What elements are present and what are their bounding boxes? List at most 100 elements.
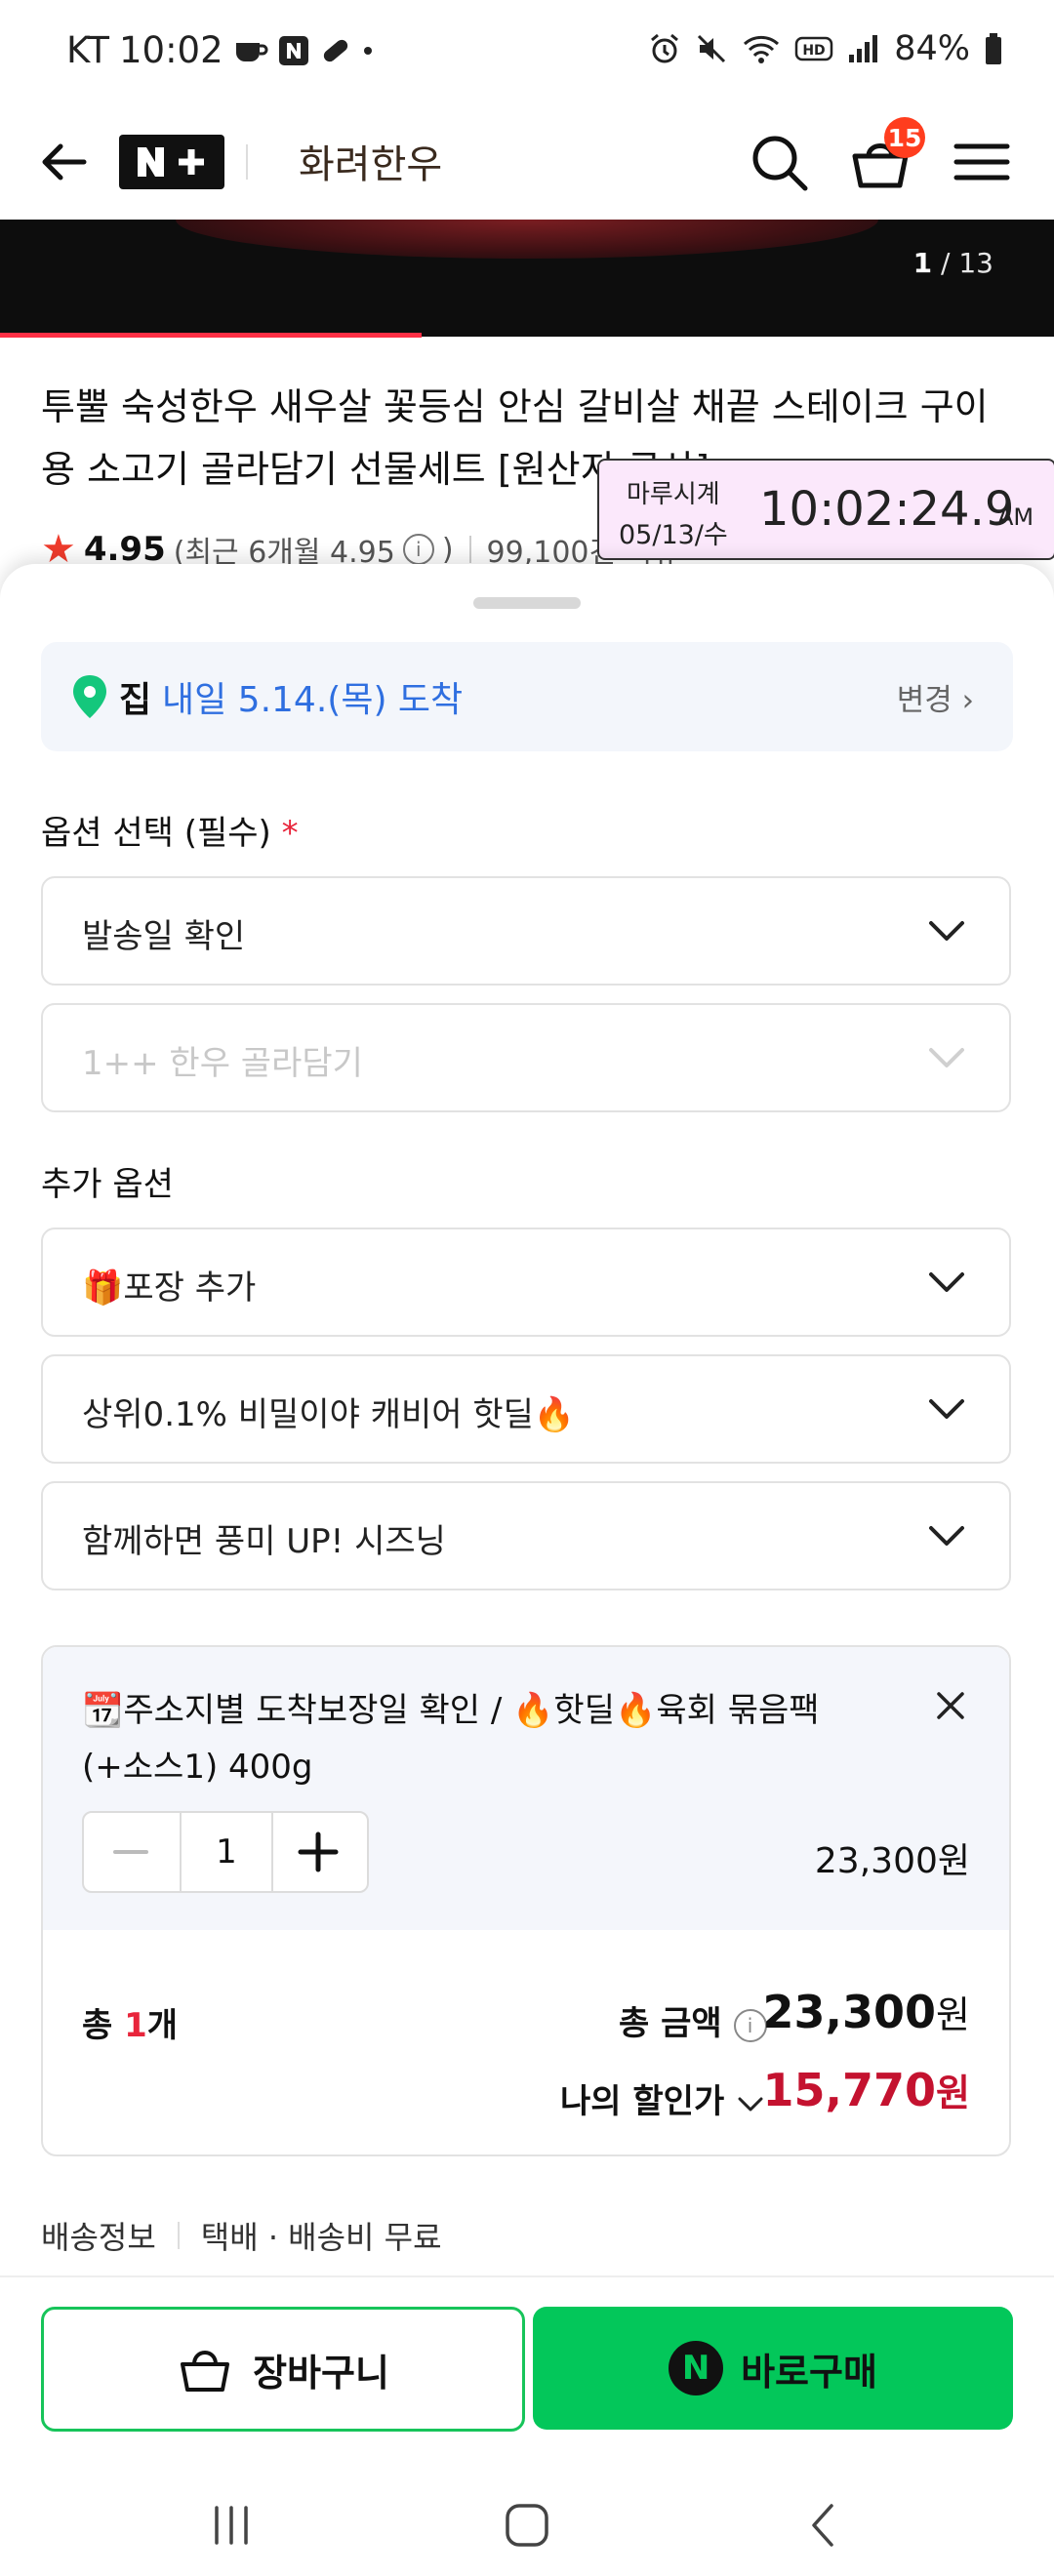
naver-plus-logo[interactable] <box>119 135 224 189</box>
clock-label: 마루시계 <box>627 480 720 509</box>
selected-item-price: 23,300원 <box>814 1841 970 1881</box>
pill-icon <box>323 39 347 61</box>
battery-icon <box>986 33 1001 64</box>
product-image[interactable]: 1 / 13 <box>0 220 1054 337</box>
selected-item-box: 📆주소지별 도착보장일 확인 / 🔥핫딜🔥육회 묶음팩 (+소스1) 400g … <box>41 1645 1011 2156</box>
info-icon[interactable]: i <box>733 2008 767 2042</box>
chevron-down-icon <box>929 1048 964 1067</box>
discount-number: 15,770 <box>762 2064 937 2116</box>
clock-time: 10:02:24.9 <box>759 482 1015 537</box>
total-count-number: 1 <box>124 2006 147 2045</box>
system-navigation-bar <box>0 2476 1054 2574</box>
change-address-button[interactable]: 변경 › <box>897 675 974 719</box>
change-address-label: 변경 <box>896 683 953 718</box>
svg-text:HD: HD <box>803 43 826 59</box>
required-mark: * <box>281 814 299 853</box>
info-icon-recent-glyph: i <box>416 538 422 561</box>
clock-date: 05/13/수 <box>619 520 728 550</box>
total-amount-text: 총 금액 <box>619 2004 722 2043</box>
total-count-prefix: 총 <box>82 2006 113 2045</box>
add-option-packaging[interactable]: 🎁포장 추가 <box>41 1228 1011 1337</box>
naver-pay-icon: N <box>669 2341 724 2395</box>
discount-label-text: 나의 할인가 <box>560 2082 725 2121</box>
dot-icon <box>363 46 372 55</box>
shipping-label: 배송정보 <box>41 2219 156 2256</box>
hero-image-content <box>176 220 878 259</box>
header-divider <box>246 144 248 180</box>
image-counter: 1 / 13 <box>913 247 993 279</box>
status-bar: KT 10:02 HD 84% <box>0 0 1054 107</box>
rating-separator <box>468 536 471 563</box>
recent-rating-close: ) <box>441 532 454 567</box>
chevron-down-icon <box>929 1272 964 1292</box>
total-count-suffix: 개 <box>146 2006 179 2045</box>
close-icon[interactable] <box>931 1686 970 1725</box>
menu-icon[interactable] <box>947 127 1017 197</box>
add-option-caviar[interactable]: 상위0.1% 비밀이야 캐비어 핫딜🔥 <box>41 1354 1011 1464</box>
hd-icon: HD <box>794 36 833 61</box>
select-text: 🎁포장 추가 <box>82 1268 257 1308</box>
add-to-cart-button[interactable]: 장바구니 <box>41 2307 525 2432</box>
selected-item-name: 📆주소지별 도착보장일 확인 / 🔥핫딜🔥육회 묶음팩 (+소스1) 400g <box>82 1691 820 1787</box>
signal-icon <box>849 35 878 62</box>
chevron-down-icon <box>929 1399 964 1419</box>
total-amount-number: 23,300 <box>762 1986 937 2038</box>
option-bottom-sheet: 집 내일 5.14.(목) 도착 변경 › 옵션 선택 (필수) * 발송일 확… <box>0 564 1054 2576</box>
total-amount-label: 총 금액 i <box>619 1996 767 2044</box>
total-count: 총 1개 <box>82 1998 178 2046</box>
image-counter-current: 1 <box>912 247 933 279</box>
quantity-value[interactable]: 1 <box>180 1813 273 1891</box>
naver-n-icon <box>278 35 308 65</box>
sheet-drag-handle[interactable] <box>473 597 581 609</box>
status-left: KT 10:02 <box>66 29 374 71</box>
coffee-icon <box>235 42 268 61</box>
plus-icon[interactable] <box>271 1813 365 1891</box>
total-amount-value: 23,300원 <box>763 1985 970 2038</box>
clock-ampm: AM <box>997 503 1034 531</box>
status-right: HD 84% <box>648 29 1003 68</box>
option-select-shipping-date[interactable]: 발송일 확인 <box>41 876 1011 986</box>
alarm-icon <box>651 33 679 63</box>
delivery-info-box: 집 내일 5.14.(목) 도착 변경 › <box>41 642 1013 751</box>
shopping-bag-icon <box>181 2351 230 2392</box>
quantity-stepper: 1 <box>82 1811 369 1893</box>
shipping-separator <box>177 2222 180 2249</box>
option-select-hanwoo[interactable]: 1++ 한우 골라담기 <box>41 1003 1011 1112</box>
status-time: 10:02 <box>119 29 223 71</box>
shipping-value: 택배 · 배송비 무료 <box>200 2219 442 2256</box>
carrier-label: KT <box>66 29 109 71</box>
buy-now-button[interactable]: N 바로구매 <box>533 2307 1013 2430</box>
shop-name[interactable]: 화려한우 <box>299 133 442 189</box>
image-counter-total: / 13 <box>941 247 993 279</box>
home-icon[interactable] <box>502 2500 552 2551</box>
total-amount-unit: 원 <box>936 1993 970 2036</box>
required-option-text: 옵션 선택 (필수) <box>41 814 271 853</box>
delivery-date: 내일 5.14.(목) 도착 <box>162 680 464 720</box>
back-arrow-icon[interactable] <box>37 133 92 191</box>
action-divider <box>0 2275 1054 2277</box>
back-nav-icon[interactable] <box>800 2500 847 2551</box>
buy-now-label: 바로구매 <box>741 2350 877 2394</box>
select-text: 상위0.1% 비밀이야 캐비어 핫딜🔥 <box>82 1395 576 1434</box>
chevron-down-icon <box>929 1526 964 1546</box>
chevron-down-icon <box>929 921 964 941</box>
plus-logo-icon <box>179 149 204 175</box>
minus-icon[interactable] <box>84 1813 178 1891</box>
discount-price-value: 15,770원 <box>763 2063 970 2116</box>
recent-apps-icon[interactable] <box>207 2502 256 2549</box>
shipping-info-row: 배송정보 택배 · 배송비 무료 <box>41 2213 442 2258</box>
delivery-place: 집 <box>119 680 152 720</box>
add-option-seasoning[interactable]: 함께하면 풍미 UP! 시즈닝 <box>41 1481 1011 1590</box>
search-icon[interactable] <box>744 127 814 197</box>
clock-overlay: 마루시계 05/13/수 10:02:24.9 AM <box>597 459 1054 560</box>
rating-score: 4.95 <box>83 530 166 569</box>
battery-percent: 84% <box>894 29 970 68</box>
discount-unit: 원 <box>936 2072 970 2114</box>
wifi-icon <box>744 35 780 63</box>
location-pin-icon <box>73 675 106 718</box>
chevron-right-icon: › <box>961 683 974 718</box>
additional-option-label: 추가 옵션 <box>41 1165 174 1204</box>
select-text: 1++ 한우 골라담기 <box>82 1044 363 1083</box>
info-icon-recent[interactable]: i <box>402 534 434 565</box>
discount-price-toggle[interactable]: 나의 할인가 <box>560 2074 765 2122</box>
